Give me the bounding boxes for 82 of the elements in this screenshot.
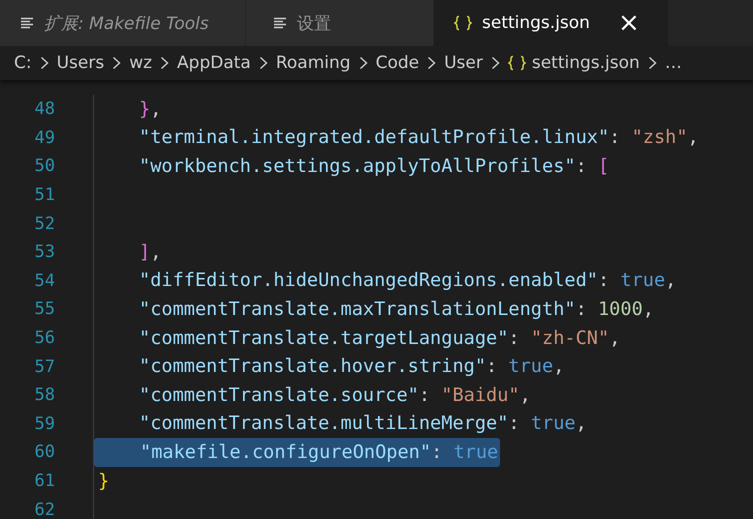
punctuation: : xyxy=(609,127,622,148)
json-key: "commentTranslate.maxTranslationLength" xyxy=(139,298,576,320)
bracket: [ xyxy=(598,156,610,177)
json-key: "diffEditor.hideUnchangedRegions.enabled" xyxy=(139,270,598,292)
braces-icon xyxy=(508,55,526,71)
tab-label: settings.json xyxy=(482,13,590,33)
breadcrumb-item[interactable]: C: xyxy=(14,53,32,73)
json-key: "commentTranslate.source" xyxy=(139,384,419,406)
brace: } xyxy=(98,470,110,492)
breadcrumb-item[interactable]: Roaming xyxy=(276,53,351,73)
breadcrumb-item[interactable]: Code xyxy=(376,53,420,73)
line-number: 61 xyxy=(34,471,55,492)
punctuation: : xyxy=(576,298,588,320)
bracket: ] xyxy=(139,242,150,263)
braces-icon xyxy=(454,15,472,31)
tab-label: 扩展: Makefile Tools xyxy=(44,12,209,34)
chevron-right-icon xyxy=(427,56,436,70)
line-number: 60 xyxy=(34,442,55,462)
line-number: 57 xyxy=(34,356,55,377)
line-number: 50 xyxy=(34,156,55,176)
punctuation: , xyxy=(642,298,654,320)
json-string: "zsh" xyxy=(632,127,688,148)
punctuation: , xyxy=(609,328,620,349)
punctuation: , xyxy=(150,98,162,120)
bracket: } xyxy=(139,98,150,120)
line-number: 48 xyxy=(34,99,55,120)
punctuation: : xyxy=(598,270,610,292)
json-key: "commentTranslate.hover.string" xyxy=(139,356,486,378)
punctuation: : xyxy=(576,156,588,177)
editor-tab[interactable]: 扩展: Makefile Tools xyxy=(0,0,246,46)
chevron-right-icon xyxy=(112,56,122,70)
breadcrumb-item[interactable]: User xyxy=(444,53,483,73)
punctuation: : xyxy=(486,356,498,378)
punctuation: , xyxy=(688,127,699,148)
chevron-right-icon xyxy=(258,56,268,70)
lines-icon xyxy=(20,17,34,29)
punctuation: , xyxy=(150,242,162,263)
line-number: 59 xyxy=(34,414,55,434)
editor-tab[interactable]: 设置 xyxy=(246,0,434,46)
json-boolean: true xyxy=(530,413,576,434)
punctuation: : xyxy=(431,442,444,463)
breadcrumb-item[interactable]: Users xyxy=(56,53,104,73)
json-string: "Baidu" xyxy=(441,384,520,406)
json-boolean: true xyxy=(508,356,554,378)
punctuation: : xyxy=(508,328,521,349)
breadcrumb-item[interactable]: settings.json xyxy=(532,53,640,73)
json-key: "commentTranslate.targetLanguage" xyxy=(139,328,508,349)
tab-label: 设置 xyxy=(297,12,331,34)
chevron-right-icon xyxy=(490,56,500,70)
chevron-right-icon xyxy=(358,56,368,70)
breadcrumb-item[interactable]: AppData xyxy=(177,53,251,73)
chevron-right-icon xyxy=(160,56,170,70)
json-string: "zh-CN" xyxy=(530,328,610,349)
punctuation: , xyxy=(665,270,676,292)
line-number: 53 xyxy=(34,242,55,262)
json-boolean: true xyxy=(453,442,498,463)
line-number: 52 xyxy=(34,214,55,234)
breadcrumb-item[interactable]: wz xyxy=(129,53,152,73)
punctuation: : xyxy=(418,384,432,406)
json-key: "workbench.settings.applyToAllProfiles" xyxy=(139,156,576,177)
line-number: 54 xyxy=(34,270,55,291)
close-button[interactable]: × xyxy=(614,10,644,36)
breadcrumb-item[interactable]: … xyxy=(664,53,682,73)
line-number: 62 xyxy=(34,500,55,519)
line-number: 56 xyxy=(34,328,55,348)
json-key: "terminal.integrated.defaultProfile.linux" xyxy=(139,127,610,148)
json-key: "makefile.configureOnOpen" xyxy=(140,442,432,463)
line-number: 58 xyxy=(34,385,55,406)
lines-icon xyxy=(273,17,287,29)
json-key: "commentTranslate.multiLineMerge" xyxy=(139,413,508,434)
json-boolean: true xyxy=(620,270,666,292)
chevron-right-icon xyxy=(40,56,49,70)
punctuation: , xyxy=(520,384,531,406)
punctuation: , xyxy=(576,413,587,434)
chevron-right-icon xyxy=(648,56,657,70)
punctuation: , xyxy=(553,356,564,378)
line-number: 55 xyxy=(34,299,55,320)
line-number: 49 xyxy=(34,128,55,148)
punctuation: : xyxy=(508,413,521,434)
editor-tab[interactable]: settings.json × xyxy=(434,0,669,46)
line-number: 51 xyxy=(34,185,55,206)
json-number: 1000 xyxy=(598,298,643,320)
